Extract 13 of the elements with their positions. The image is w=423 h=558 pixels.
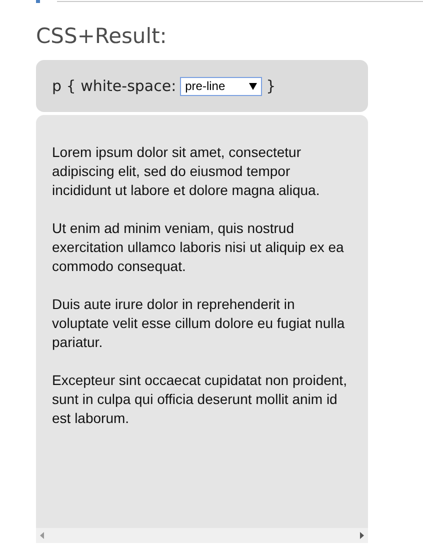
scroll-right-icon[interactable] bbox=[360, 532, 364, 539]
accent-mark bbox=[36, 0, 40, 3]
paragraph: Ut enim ad minim veniam, quis nostrud exercitation ullamco laboris nisi ut aliquip ex ea commodo consequat. bbox=[52, 219, 345, 276]
paragraph: Duis aute irure dolor in reprehenderit in voluptate velit esse cillum dolore eu fugiat nulla pariatur. bbox=[52, 295, 346, 352]
css-code: } bbox=[266, 77, 276, 95]
css-code: p { white-space: bbox=[52, 77, 176, 95]
horizontal-scrollbar[interactable] bbox=[36, 528, 368, 543]
select-dropdown[interactable]: pre-line bbox=[180, 76, 262, 96]
paragraph: Excepteur sint occaecat cupidatat non proident, sunt in culpa qui officia deserunt mollit anim id est laborum. bbox=[52, 371, 348, 428]
section-heading: CSS+Result: bbox=[36, 23, 168, 49]
scroll-left-icon[interactable] bbox=[40, 532, 44, 539]
paragraph: Lorem ipsum dolor sit amet, consectetur adipiscing elit, sed do eiusmod tempor incididunt ut labore et dolore magna aliqua. bbox=[52, 143, 321, 200]
caret-icon bbox=[249, 82, 258, 90]
